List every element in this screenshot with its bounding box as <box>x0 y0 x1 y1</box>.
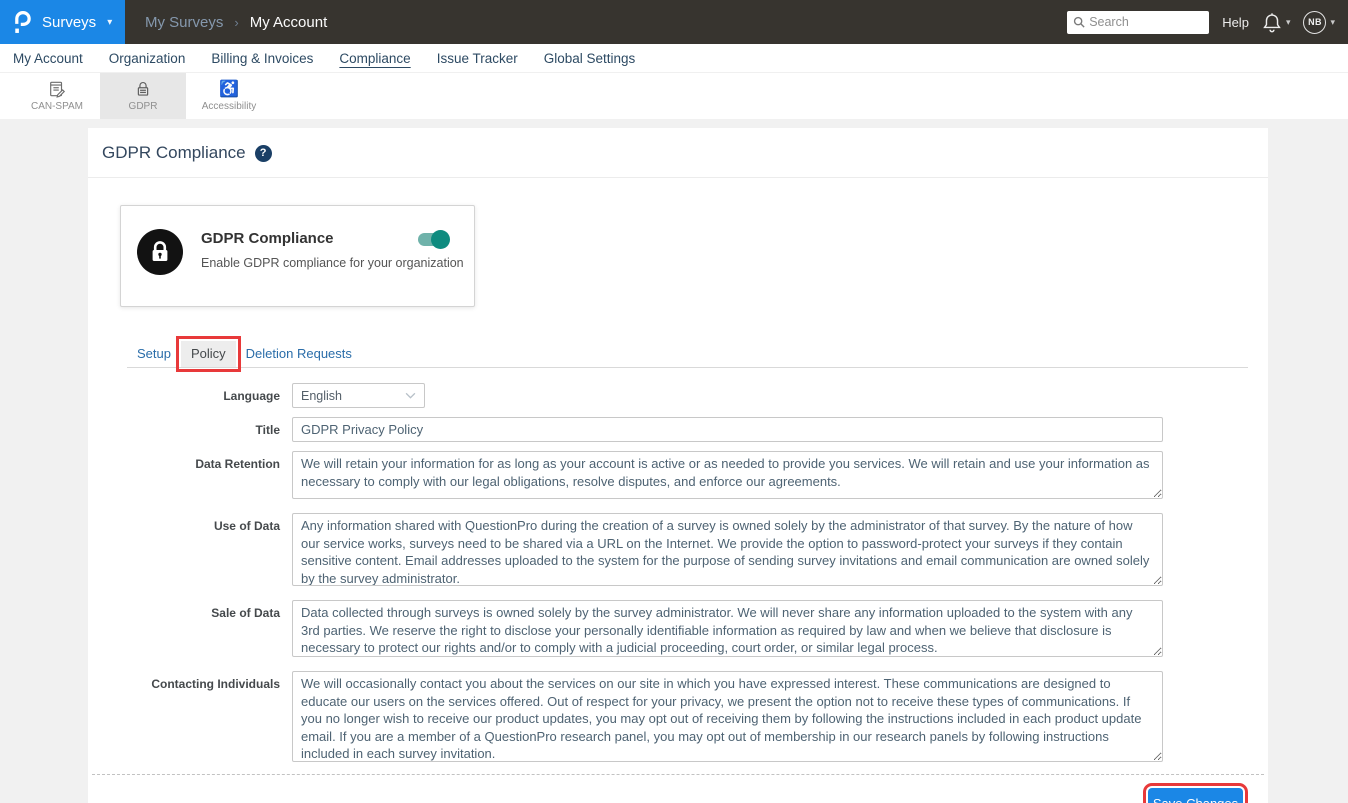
account-nav: My Account Organization Billing & Invoic… <box>0 44 1348 73</box>
card-title: GDPR Compliance <box>201 230 334 247</box>
subtab-label: Accessibility <box>202 101 256 112</box>
contacting-individuals-row: Contacting Individuals We will occasiona… <box>88 671 1268 767</box>
avatar: NB <box>1303 11 1326 34</box>
panel-header: GDPR Compliance ? <box>88 128 1268 178</box>
breadcrumb-current: My Account <box>250 14 328 31</box>
contacting-individuals-textarea[interactable]: We will occasionally contact you about t… <box>292 671 1163 762</box>
title-label: Title <box>88 417 292 442</box>
breadcrumb-separator-icon: › <box>234 15 238 30</box>
language-label: Language <box>88 383 292 408</box>
data-retention-label: Data Retention <box>88 451 292 504</box>
save-changes-button[interactable]: Save Changes <box>1148 788 1243 803</box>
questionpro-logo-icon <box>13 10 32 35</box>
tab-deletion-requests[interactable]: Deletion Requests <box>236 341 362 367</box>
subtab-accessibility[interactable]: ♿ Accessibility <box>186 73 272 119</box>
use-of-data-textarea[interactable]: Any information shared with QuestionPro … <box>292 513 1163 586</box>
policy-tab-strip: Setup Policy Deletion Requests <box>127 341 1248 368</box>
use-of-data-label: Use of Data <box>88 513 292 591</box>
title-input[interactable] <box>292 417 1163 442</box>
chevron-down-icon: ▾ <box>1330 17 1335 28</box>
subtab-label: CAN-SPAM <box>31 101 83 112</box>
card-description: Enable GDPR compliance for your organiza… <box>201 256 464 270</box>
data-retention-textarea[interactable]: We will retain your information for as l… <box>292 451 1163 499</box>
product-menu[interactable]: Surveys ▾ <box>0 0 125 44</box>
language-row: Language English <box>88 383 1268 408</box>
title-row: Title <box>88 417 1268 442</box>
sale-of-data-row: Sale of Data Data collected through surv… <box>88 600 1268 662</box>
gdpr-panel: GDPR Compliance ? GDPR Compliance Enable… <box>88 128 1268 803</box>
compliance-subnav: CAN-SPAM GDPR ♿ Accessibility <box>0 73 1348 119</box>
policy-form: Language English Title Data Rete <box>88 383 1268 767</box>
chevron-down-icon: ▾ <box>1286 17 1291 28</box>
tab-policy[interactable]: Policy <box>181 341 236 367</box>
tab-compliance[interactable]: Compliance <box>339 51 410 66</box>
subtab-label: GDPR <box>129 101 158 112</box>
search-input[interactable] <box>1089 15 1203 29</box>
subtab-can-spam[interactable]: CAN-SPAM <box>14 73 100 119</box>
tab-issue-tracker[interactable]: Issue Tracker <box>437 51 518 66</box>
help-icon[interactable]: ? <box>255 145 272 162</box>
chevron-down-icon <box>405 392 416 399</box>
page-title: GDPR Compliance <box>102 143 246 163</box>
padlock-icon <box>134 80 152 98</box>
tab-setup[interactable]: Setup <box>127 341 181 367</box>
tab-global-settings[interactable]: Global Settings <box>544 51 636 66</box>
page-content: GDPR Compliance ? GDPR Compliance Enable… <box>0 119 1348 803</box>
tab-organization[interactable]: Organization <box>109 51 186 66</box>
product-menu-label: Surveys <box>42 14 96 31</box>
lock-icon <box>137 229 183 275</box>
notepad-pencil-icon <box>48 80 66 98</box>
wheelchair-icon: ♿ <box>219 81 239 98</box>
help-link[interactable]: Help <box>1222 15 1249 30</box>
topbar-right: Help ▾ NB ▾ <box>1067 11 1348 34</box>
account-menu[interactable]: NB ▾ <box>1303 11 1335 34</box>
breadcrumb-parent[interactable]: My Surveys <box>145 14 223 31</box>
save-row: Save Changes <box>88 775 1268 803</box>
chevron-down-icon: ▾ <box>107 17 112 28</box>
subtab-gdpr[interactable]: GDPR <box>100 73 186 119</box>
sale-of-data-textarea[interactable]: Data collected through surveys is owned … <box>292 600 1163 657</box>
gdpr-toggle[interactable] <box>418 233 448 246</box>
contacting-individuals-label: Contacting Individuals <box>88 671 292 767</box>
language-value: English <box>301 389 342 403</box>
language-select[interactable]: English <box>292 383 425 408</box>
top-bar: Surveys ▾ My Surveys › My Account Help <box>0 0 1348 44</box>
tab-billing-invoices[interactable]: Billing & Invoices <box>211 51 313 66</box>
breadcrumb: My Surveys › My Account <box>145 14 327 31</box>
toggle-knob <box>431 230 450 249</box>
sale-of-data-label: Sale of Data <box>88 600 292 662</box>
bell-icon <box>1262 12 1282 33</box>
notifications-menu[interactable]: ▾ <box>1262 12 1291 33</box>
data-retention-row: Data Retention We will retain your infor… <box>88 451 1268 504</box>
use-of-data-row: Use of Data Any information shared with … <box>88 513 1268 591</box>
tab-my-account[interactable]: My Account <box>13 51 83 66</box>
search-icon <box>1073 16 1085 28</box>
gdpr-compliance-card: GDPR Compliance Enable GDPR compliance f… <box>120 205 475 307</box>
search-box[interactable] <box>1067 11 1209 34</box>
